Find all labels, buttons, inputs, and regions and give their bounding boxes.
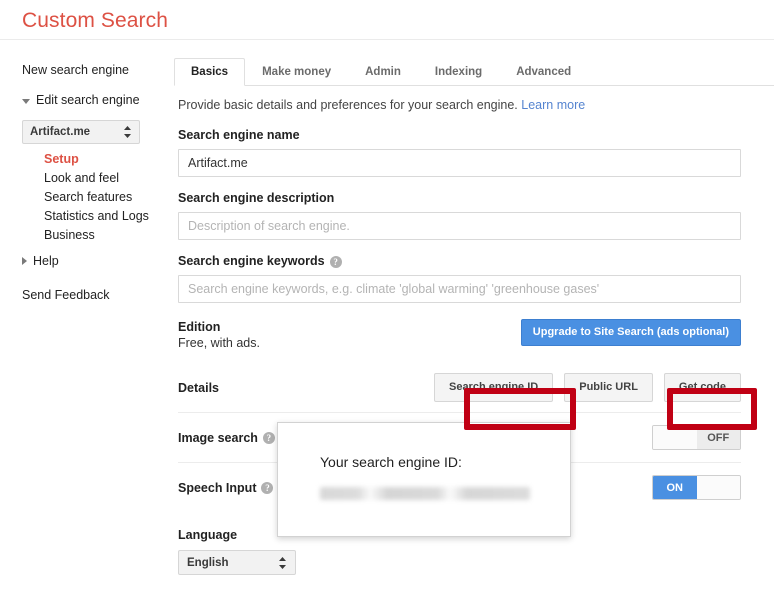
details-row: Details Search engine ID Public URL Get … xyxy=(178,373,741,412)
image-search-toggle[interactable]: OFF xyxy=(652,425,741,450)
toggle-knob xyxy=(696,476,740,499)
upgrade-to-site-search-button[interactable]: Upgrade to Site Search (ads optional) xyxy=(520,319,741,346)
label-search-engine-keywords: Search engine keywords ? xyxy=(178,254,741,269)
tab-make-money[interactable]: Make money xyxy=(245,58,348,86)
speech-input-toggle-state: ON xyxy=(653,476,697,499)
search-engine-id-button[interactable]: Search engine ID xyxy=(433,373,554,402)
tab-admin[interactable]: Admin xyxy=(348,58,418,86)
engine-select-value: Artifact.me xyxy=(30,126,91,138)
edition-subtitle: Free, with ads. xyxy=(178,336,260,350)
label-text: Search engine name xyxy=(178,128,300,142)
label-text: Search engine keywords xyxy=(178,254,325,268)
image-search-toggle-state: OFF xyxy=(696,426,740,449)
language-select-value: English xyxy=(187,556,229,569)
engine-select-dropdown[interactable]: Artifact.me xyxy=(22,120,140,144)
sidebar-item-look-and-feel[interactable]: Look and feel xyxy=(44,169,172,188)
label-speech-input: Speech Input ? xyxy=(178,480,274,495)
app-header: Custom Search xyxy=(0,0,774,40)
intro-text: Provide basic details and preferences fo… xyxy=(174,86,774,112)
help-icon[interactable]: ? xyxy=(261,481,274,494)
label-text: Search engine description xyxy=(178,191,335,205)
label-text: Speech Input xyxy=(178,480,257,495)
toggle-knob xyxy=(653,426,697,449)
search-engine-description-input[interactable] xyxy=(178,212,741,240)
sidebar-item-edit-search-engine[interactable]: Edit search engine xyxy=(0,88,172,112)
label-search-engine-description: Search engine description xyxy=(178,191,741,206)
field-search-engine-keywords: Search engine keywords ? xyxy=(178,254,741,303)
field-search-engine-description: Search engine description xyxy=(178,191,741,240)
field-search-engine-name: Search engine name xyxy=(178,128,741,177)
search-engine-id-popup: Your search engine ID: xyxy=(277,422,571,537)
get-code-button[interactable]: Get code xyxy=(663,373,741,402)
sidebar-send-feedback-label: Send Feedback xyxy=(22,288,110,302)
sidebar: New search engine Edit search engine Art… xyxy=(0,40,172,307)
sidebar-item-send-feedback[interactable]: Send Feedback xyxy=(0,283,172,307)
intro-sentence: Provide basic details and preferences fo… xyxy=(178,98,518,112)
learn-more-link[interactable]: Learn more xyxy=(521,98,585,112)
caret-down-icon xyxy=(22,98,30,104)
sidebar-item-help[interactable]: Help xyxy=(0,249,172,273)
sidebar-item-statistics-and-logs[interactable]: Statistics and Logs xyxy=(44,207,172,226)
updown-spinner-icon xyxy=(278,556,287,570)
sidebar-edit-engine-label: Edit search engine xyxy=(36,93,140,107)
sidebar-new-engine-label: New search engine xyxy=(22,63,130,77)
page-title: Custom Search xyxy=(22,9,169,32)
label-text: Image search xyxy=(178,430,258,445)
speech-input-toggle[interactable]: ON xyxy=(652,475,741,500)
sidebar-help-label: Help xyxy=(33,254,59,268)
sidebar-item-business[interactable]: Business xyxy=(44,226,172,245)
tab-basics[interactable]: Basics xyxy=(174,58,246,86)
sidebar-item-search-features[interactable]: Search features xyxy=(44,188,172,207)
edition-title: Edition xyxy=(178,320,221,334)
edition-info: Edition Free, with ads. xyxy=(178,319,260,351)
label-text: Language xyxy=(178,528,238,542)
tab-indexing[interactable]: Indexing xyxy=(418,58,499,86)
tab-advanced[interactable]: Advanced xyxy=(499,58,588,86)
sidebar-item-new-search-engine[interactable]: New search engine xyxy=(0,58,172,82)
search-engine-id-value[interactable] xyxy=(320,487,530,500)
label-search-engine-name: Search engine name xyxy=(178,128,741,143)
sidebar-item-setup[interactable]: Setup xyxy=(44,150,172,169)
popup-title: Your search engine ID: xyxy=(320,454,462,470)
help-icon[interactable]: ? xyxy=(262,431,275,444)
caret-right-icon xyxy=(22,257,27,265)
help-icon[interactable]: ? xyxy=(329,255,342,268)
label-image-search: Image search ? xyxy=(178,431,275,445)
language-select-dropdown[interactable]: English xyxy=(178,550,296,575)
tab-bar: Basics Make money Admin Indexing Advance… xyxy=(174,58,774,86)
search-engine-keywords-input[interactable] xyxy=(178,275,741,303)
public-url-button[interactable]: Public URL xyxy=(564,373,653,402)
updown-spinner-icon xyxy=(123,125,132,139)
details-label: Details xyxy=(178,380,219,395)
sidebar-subnav: Setup Look and feel Search features Stat… xyxy=(0,150,172,245)
details-button-group: Search engine ID Public URL Get code xyxy=(433,373,741,402)
search-engine-name-input[interactable] xyxy=(178,149,741,177)
edition-row: Edition Free, with ads. Upgrade to Site … xyxy=(178,319,741,351)
